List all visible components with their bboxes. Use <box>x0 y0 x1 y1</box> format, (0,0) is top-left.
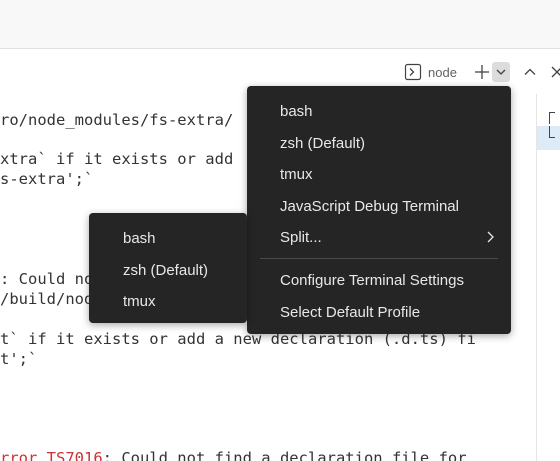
launch-profile-button[interactable] <box>492 62 510 82</box>
maximize-panel-button[interactable] <box>520 62 540 82</box>
terminal-name-label[interactable]: node <box>428 63 457 81</box>
close-icon <box>551 66 560 78</box>
terminal-line: s-extra';` <box>0 170 94 188</box>
tab-tree-connector <box>549 112 555 124</box>
terminal-line: /build/nod <box>0 290 94 308</box>
launch-profile-menu: bash zsh (Default) tmux JavaScript Debug… <box>247 86 511 334</box>
menu-item-split[interactable]: Split... <box>280 222 505 252</box>
terminal-line: : Could no <box>0 270 94 288</box>
terminal-line: ro/node_modules/fs-extra/ <box>0 111 234 129</box>
chevron-right-icon <box>487 231 494 243</box>
error-code-text: rror TS7016 <box>0 449 103 461</box>
menu-item-bash[interactable]: bash <box>280 96 505 126</box>
submenu-item-zsh-default[interactable]: zsh (Default) <box>123 255 243 285</box>
menu-item-tmux[interactable]: tmux <box>280 159 505 189</box>
plus-icon <box>475 65 489 79</box>
terminal-tabs-list <box>536 94 560 461</box>
error-message-text: : Could not find a declaration file for <box>102 449 467 461</box>
menu-separator <box>260 258 498 259</box>
terminal-tab-active[interactable] <box>537 126 560 150</box>
submenu-item-bash[interactable]: bash <box>123 223 243 253</box>
split-submenu: bash zsh (Default) tmux <box>89 213 247 323</box>
menu-item-select-default-profile[interactable]: Select Default Profile <box>280 297 505 327</box>
terminal-line: t';` <box>0 350 38 368</box>
menu-item-configure-terminal-settings[interactable]: Configure Terminal Settings <box>280 265 505 295</box>
chevron-down-icon <box>496 69 506 75</box>
submenu-item-tmux[interactable]: tmux <box>123 286 243 316</box>
tab-tree-connector <box>549 126 555 138</box>
new-terminal-button[interactable] <box>472 62 492 82</box>
menu-item-javascript-debug-terminal[interactable]: JavaScript Debug Terminal <box>280 191 505 221</box>
terminal-icon[interactable] <box>404 63 422 81</box>
terminal-error-line: rror TS7016: Could not find a declaratio… <box>0 448 467 461</box>
menu-item-zsh-default[interactable]: zsh (Default) <box>280 128 505 158</box>
terminal-line: xtra` if it exists or add <box>0 150 234 168</box>
chevron-up-icon <box>524 68 536 75</box>
close-panel-button[interactable] <box>550 62 560 82</box>
editor-top-area <box>0 0 560 49</box>
